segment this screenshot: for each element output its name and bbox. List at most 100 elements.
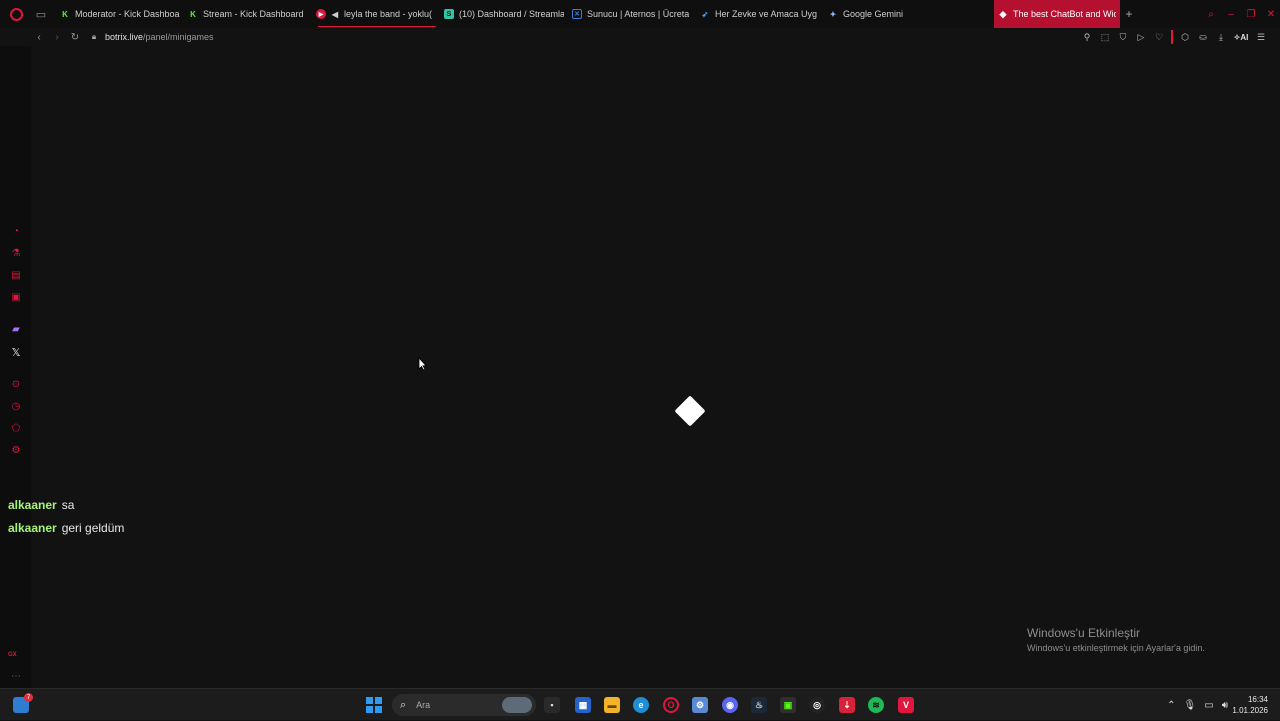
chat-username: alkaaner — [8, 520, 57, 535]
tab-kick-stream[interactable]: K Stream - Kick Dashboard — [184, 0, 312, 28]
watermark-subtitle: Windows'u etkinleştirmek için Ayarlar'a … — [1027, 643, 1205, 653]
edge-icon[interactable]: e — [633, 697, 649, 713]
tab-title: The best ChatBot and Wid — [1013, 9, 1116, 19]
streamlabs-icon: S — [444, 9, 454, 19]
system-tray: ⌃ 🎙︎ ▭ 🔊︎ — [1167, 689, 1228, 721]
widgets-icon[interactable]: 7 — [13, 693, 33, 713]
more-icon[interactable]: ⋯ — [8, 668, 24, 684]
mods-icon[interactable]: ▤ — [8, 267, 24, 283]
gemini-icon: ✦ — [829, 9, 837, 19]
url-path: /panel/minigames — [143, 32, 214, 42]
app-v-icon[interactable]: V — [898, 697, 914, 713]
wallet-icon[interactable]: ⛀ — [1194, 28, 1212, 46]
tab-google-gemini[interactable]: ✦ Google Gemini — [824, 0, 952, 28]
pin-icon[interactable]: ⚲ — [1078, 28, 1096, 46]
opera-logo-icon — [9, 7, 23, 21]
discord-icon[interactable]: ◉ — [722, 697, 738, 713]
taskbar-clock[interactable]: 16:34 1.01.2026 — [1232, 694, 1268, 716]
search-tabs-icon[interactable]: ⌕ — [1206, 9, 1216, 20]
page-content — [31, 46, 1280, 688]
restore-icon[interactable]: ❐ — [1246, 9, 1256, 20]
kick-app-icon[interactable]: ▣ — [780, 697, 796, 713]
youtube-icon: ▶ — [316, 9, 326, 19]
chevron-up-icon[interactable]: ⌃ — [1167, 700, 1175, 711]
toolbar-divider — [1171, 30, 1173, 44]
news-icon[interactable]: ▣ — [8, 289, 24, 305]
botrix-icon: ◆ — [999, 8, 1007, 19]
opera-gx-icon[interactable]: O — [663, 697, 679, 713]
ai-label: AI — [1240, 32, 1249, 42]
back-button[interactable]: ‹ — [30, 28, 48, 46]
gx-label[interactable]: GX — [8, 652, 17, 658]
gx-control-icon[interactable]: ⚗ — [8, 245, 24, 261]
forward-button[interactable]: › — [48, 28, 66, 46]
easy-setup-icon[interactable]: ☰ — [1252, 28, 1270, 46]
extensions-icon[interactable]: ⬡ — [1176, 28, 1194, 46]
snapshot-icon[interactable]: ⬚ — [1096, 28, 1114, 46]
tab-strip: ▭ K Moderator - Kick Dashboa K Stream - … — [0, 0, 1280, 28]
opera-menu-button[interactable] — [0, 0, 32, 28]
close-icon[interactable]: ✕ — [1266, 9, 1276, 20]
gx-corner-icon[interactable]: ◔ — [8, 223, 24, 239]
chat-overlay: alkaaner sa alkaaner geri geldüm — [8, 493, 124, 539]
taskbar-search[interactable]: ⌕ Ara — [392, 694, 536, 716]
tab-title: (10) Dashboard / Streamla — [459, 9, 564, 19]
tab-aternos[interactable]: ✕ Sunucu | Aternos | Ücreta — [568, 0, 696, 28]
clock-time: 16:34 — [1247, 695, 1268, 704]
toolbar-right: ⚲ ⬚ ⛉ ▷ ♡ ⬡ ⛀ ⤓ ✧ AI ☰ — [1078, 28, 1270, 46]
aria-ai-button[interactable]: ✧ AI — [1230, 33, 1252, 42]
start-tile — [375, 697, 382, 704]
display-icon[interactable]: ▭ — [1204, 700, 1213, 711]
address-bar: ‹ › ↻ 🔒︎ botrix.live/panel/minigames ⚲ ⬚… — [0, 28, 1280, 46]
speaker-icon[interactable]: ◀ — [331, 9, 339, 19]
start-tile — [366, 697, 373, 704]
tab-youtube-leyla[interactable]: ▶ ◀ leyla the band - yoklu( — [312, 0, 440, 28]
play-icon[interactable]: ▷ — [1132, 28, 1150, 46]
tab-title: Her Zevke ve Amaca Uyg — [715, 9, 818, 19]
settings-icon[interactable]: ⚙ — [8, 442, 24, 458]
tab-title: Stream - Kick Dashboard — [203, 9, 304, 19]
store-icon[interactable]: ▦ — [575, 697, 591, 713]
clock-date: 1.01.2026 — [1232, 706, 1268, 715]
tab-botrix-active[interactable]: ◆ The best ChatBot and Wid — [994, 0, 1120, 28]
twitch-icon[interactable]: ▰ — [8, 321, 24, 337]
app-red-icon[interactable]: ⇣ — [839, 697, 855, 713]
history-icon[interactable]: ◷ — [8, 398, 24, 414]
lock-icon[interactable]: 🔒︎ — [88, 28, 100, 46]
chat-message: alkaaner geri geldüm — [8, 516, 124, 539]
new-tab-button[interactable]: + — [1120, 0, 1138, 28]
widget-badge: 7 — [24, 693, 33, 702]
heart-icon[interactable]: ♡ — [1150, 28, 1168, 46]
download-icon[interactable]: ⤓ — [1212, 28, 1230, 46]
tab-menu-icon[interactable]: ▭ — [32, 0, 50, 28]
volume-icon[interactable]: 🔊︎ — [1222, 700, 1228, 711]
settings-app-icon[interactable]: ⚙ — [692, 697, 708, 713]
obs-icon[interactable]: ◎ — [809, 697, 825, 713]
search-placeholder: Ara — [416, 700, 431, 710]
tab-her-zevke[interactable]: ➶ Her Zevke ve Amaca Uyg — [696, 0, 824, 28]
start-button[interactable] — [366, 697, 382, 713]
x-twitter-icon[interactable]: 𝕏 — [8, 344, 24, 360]
kick-icon: K — [190, 9, 196, 19]
chat-message: alkaaner sa — [8, 493, 124, 516]
chat-text: geri geldüm — [61, 520, 125, 535]
tab-streamlabs[interactable]: S (10) Dashboard / Streamla — [440, 0, 568, 28]
aternos-icon: ✕ — [572, 9, 582, 19]
spotify-icon[interactable]: ≋ — [868, 697, 884, 713]
extensions-sidebar-icon[interactable]: ⬠ — [8, 420, 24, 436]
windows-taskbar: 7 ⌕ Ara ▪ ▦ ▬ e O ⚙ ◉ ♨ ▣ ◎ ⇣ ≋ V ⌃ 🎙︎ ▭… — [0, 688, 1280, 720]
player-icon[interactable]: ⊙ — [8, 376, 24, 392]
opera-sidebar: ◔ ⚗ ▤ ▣ ▰ 𝕏 ⊙ ◷ ⬠ ⚙ GX ⋯ — [0, 46, 31, 688]
microphone-icon[interactable]: 🎙︎ — [1184, 700, 1197, 711]
shield-icon[interactable]: ⛉ — [1114, 28, 1132, 46]
task-view-icon[interactable]: ▪ — [544, 697, 560, 713]
url-field[interactable]: botrix.live/panel/minigames — [105, 32, 214, 42]
tab-kick-moderator[interactable]: K Moderator - Kick Dashboa — [56, 0, 184, 28]
steam-icon[interactable]: ♨ — [751, 697, 767, 713]
browser-window: ▭ K Moderator - Kick Dashboa K Stream - … — [0, 0, 1280, 688]
minimize-icon[interactable]: – — [1226, 9, 1236, 20]
reload-button[interactable]: ↻ — [66, 28, 84, 46]
file-explorer-icon[interactable]: ▬ — [604, 697, 620, 713]
bird-icon: ➶ — [701, 9, 709, 19]
search-icon: ⌕ — [400, 698, 407, 711]
